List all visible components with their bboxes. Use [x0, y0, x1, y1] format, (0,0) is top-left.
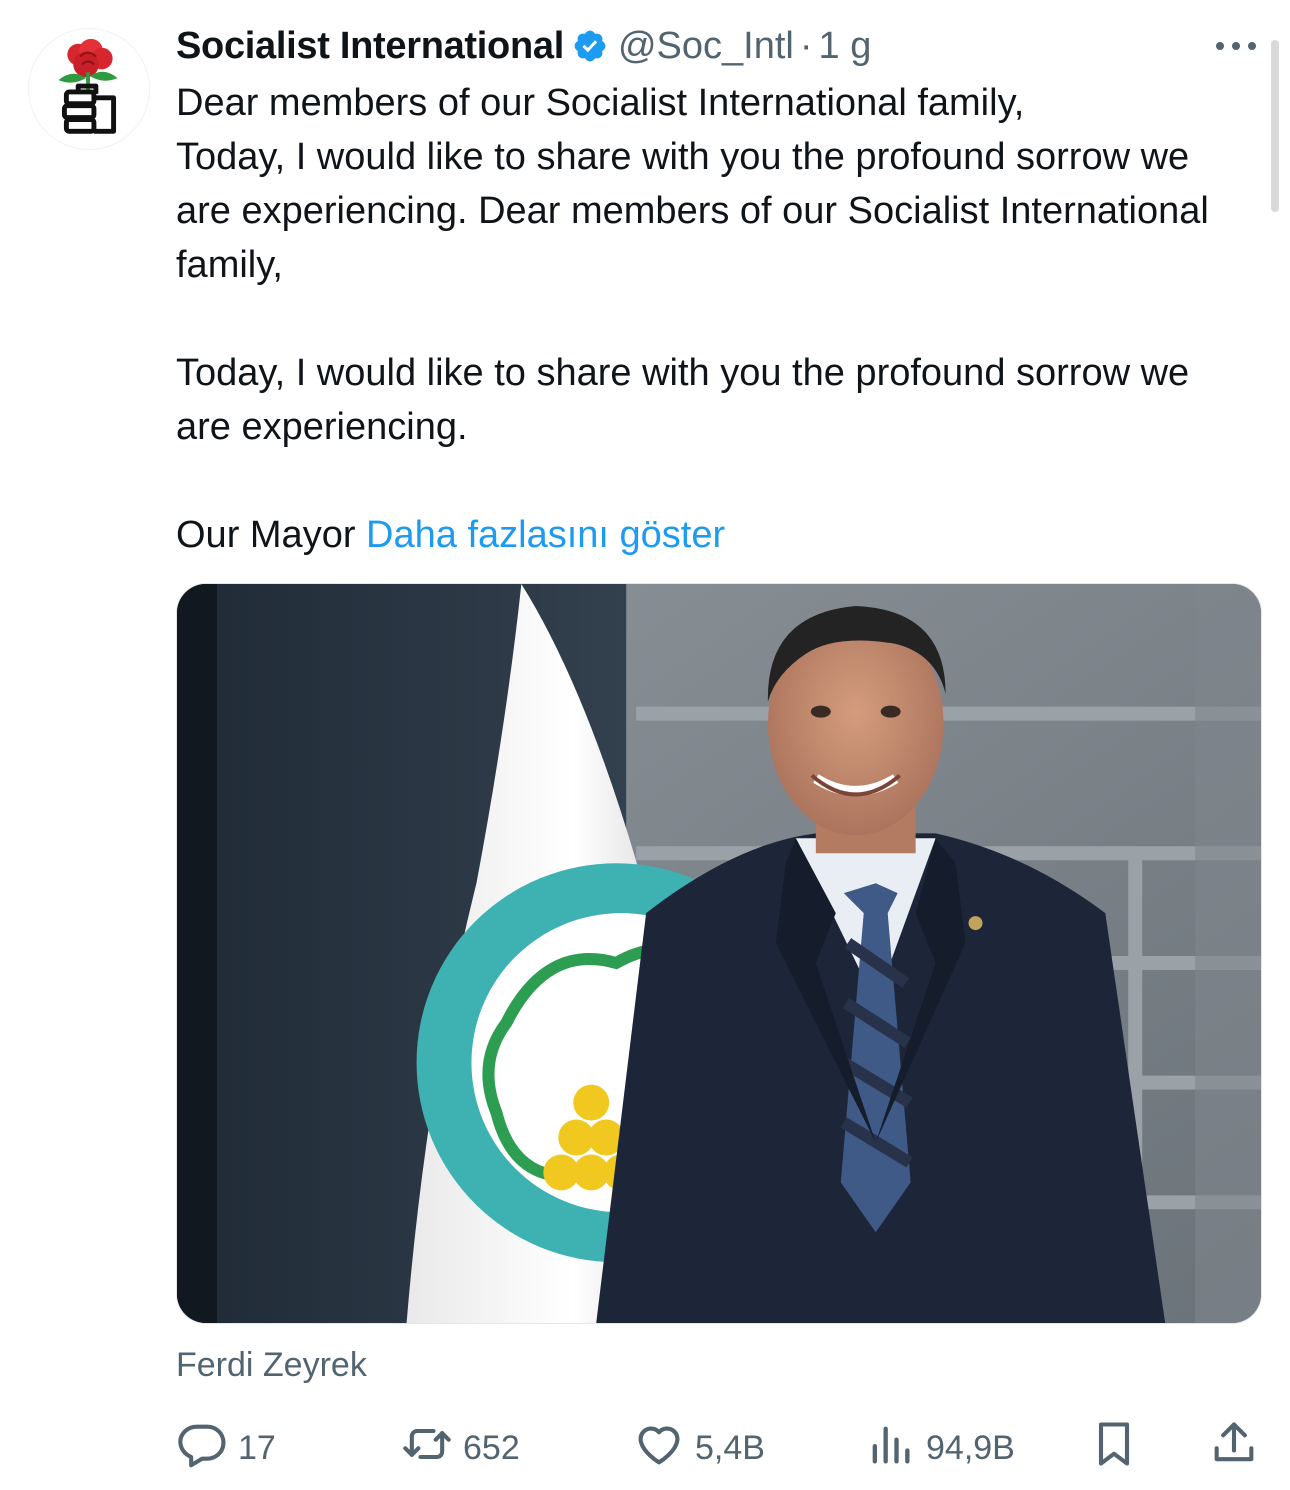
like-count: 5,4B [695, 1428, 765, 1467]
post-truncated-text: Our Mayor [176, 514, 367, 556]
post-header: Socialist International @Soc_Intl · 1 g [176, 20, 871, 72]
post-last-line: Our Mayor Daha fazlasını göster [176, 508, 1236, 562]
bookmark-button[interactable] [1088, 1418, 1140, 1478]
tweet[interactable]: Socialist International @Soc_Intl · 1 g … [0, 0, 1290, 1490]
repost-count: 652 [463, 1428, 520, 1467]
author-handle[interactable]: @Soc_Intl [618, 25, 794, 68]
share-button[interactable] [1208, 1418, 1260, 1478]
reply-count: 17 [238, 1428, 276, 1467]
scrollbar[interactable] [1271, 40, 1279, 212]
share-icon [1208, 1418, 1260, 1479]
mayor-portrait-photo [177, 584, 1261, 1323]
like-button[interactable]: 5,4B [633, 1418, 765, 1478]
post-paragraph: Dear members of our Socialist Internatio… [176, 82, 1209, 286]
repost-icon [401, 1418, 453, 1479]
repost-button[interactable]: 652 [401, 1418, 520, 1478]
reply-icon [176, 1418, 228, 1479]
heart-icon [633, 1418, 685, 1479]
bookmark-icon [1088, 1418, 1140, 1479]
post-actions: 17 652 5,4B 94,9B [176, 1418, 1266, 1478]
post-paragraph: Today, I would like to share with you th… [176, 352, 1190, 448]
image-caption: Ferdi Zeyrek [176, 1346, 367, 1384]
views-chart-icon [864, 1418, 916, 1479]
reply-button[interactable]: 17 [176, 1418, 276, 1478]
author-name[interactable]: Socialist International [176, 25, 564, 68]
post-time[interactable]: 1 g [819, 25, 872, 68]
more-options-icon[interactable] [1212, 36, 1260, 56]
socialist-international-logo [58, 38, 118, 134]
post-image[interactable] [176, 583, 1262, 1324]
separator-dot: · [799, 24, 813, 67]
show-more-link[interactable]: Daha fazlasını göster [366, 514, 725, 556]
views-button[interactable]: 94,9B [864, 1418, 1015, 1478]
author-avatar[interactable] [28, 28, 150, 150]
verified-badge-icon[interactable] [572, 28, 608, 64]
view-count: 94,9B [926, 1428, 1015, 1467]
post-text: Dear members of our Socialist Internatio… [176, 76, 1236, 562]
